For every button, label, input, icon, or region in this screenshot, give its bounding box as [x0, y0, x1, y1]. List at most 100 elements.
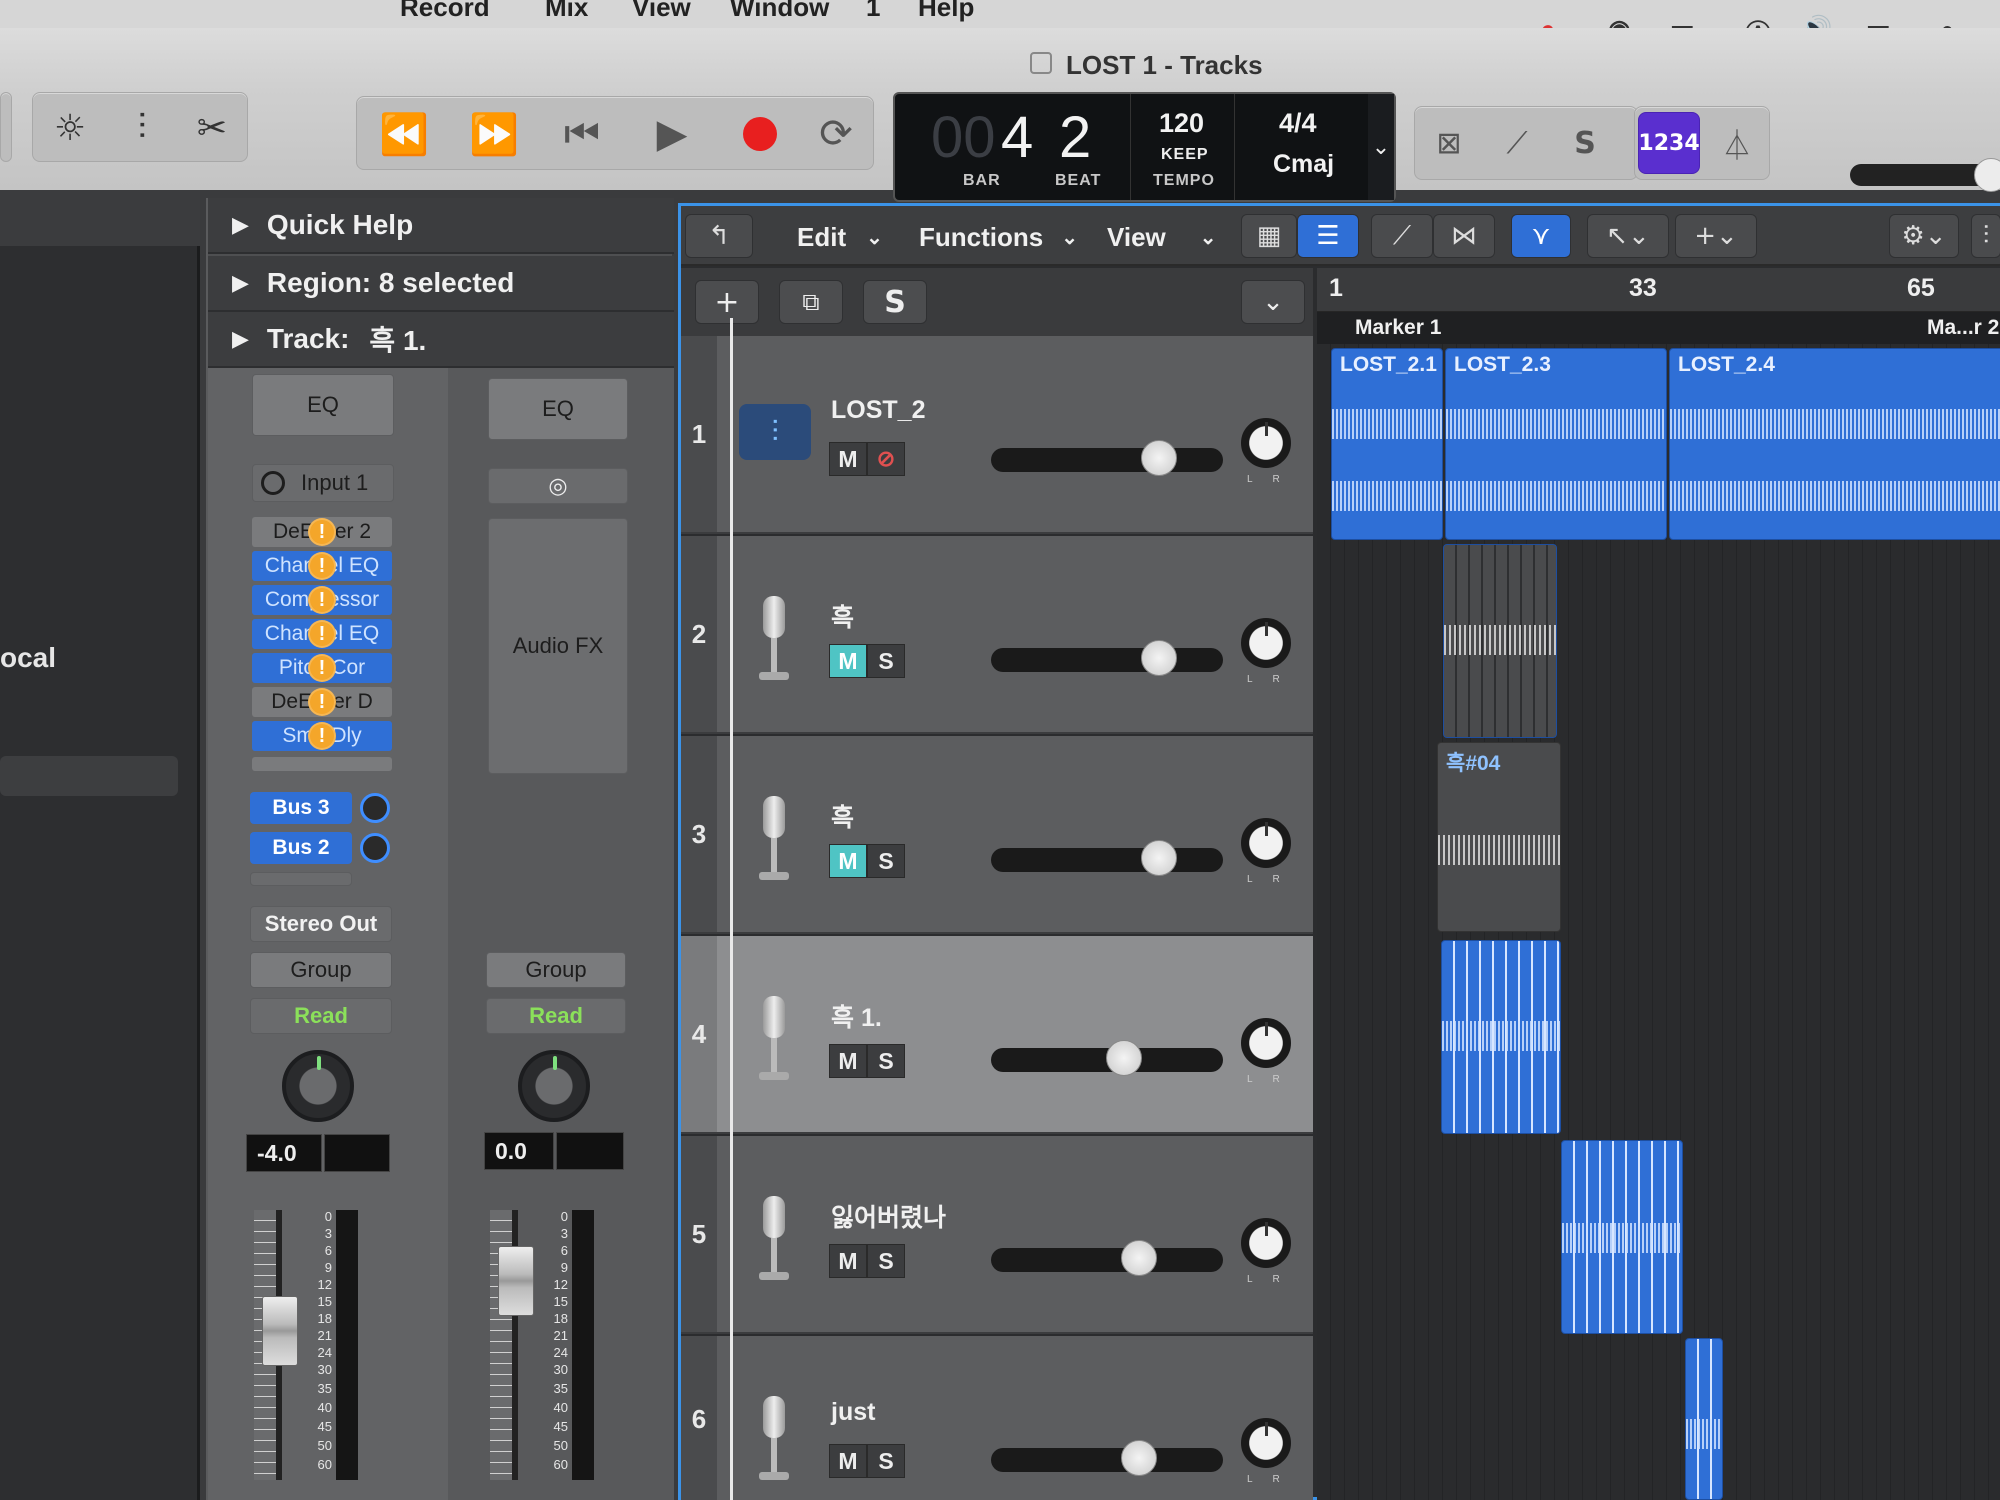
pointer-tool-icon[interactable]: ↖⌄ — [1587, 214, 1669, 258]
volume-slider[interactable] — [991, 1440, 1223, 1476]
lcd-display[interactable]: 00 4 2 BAR BEAT 120 KEEP TEMPO 4/4 Cmaj … — [893, 92, 1396, 202]
track-name[interactable]: just — [831, 1398, 875, 1427]
volume-slider[interactable] — [991, 1040, 1223, 1076]
quick-help-header[interactable]: ▶ Quick Help — [208, 198, 674, 254]
group-slot-2[interactable]: Group — [486, 952, 626, 988]
collapse-icon[interactable]: ⌄ — [1241, 280, 1305, 324]
audio-region[interactable]: LOST_2.4 — [1669, 348, 2000, 540]
track-name[interactable]: 잃어버렸나 — [831, 1198, 946, 1234]
solo-button[interactable]: S — [867, 844, 905, 878]
plugin-slot-2[interactable]: Channel EQ! — [252, 551, 392, 581]
eq-display[interactable]: EQ — [252, 374, 394, 436]
replace-icon[interactable]: ⊠ — [1418, 112, 1480, 174]
solo-button[interactable]: S — [867, 1044, 905, 1078]
menu-record[interactable]: Record — [400, 0, 490, 23]
position-display[interactable]: 00 4 2 BAR BEAT — [895, 94, 1131, 200]
tempo-display[interactable]: 120 KEEP TEMPO — [1131, 94, 1235, 200]
stereo-input-slot[interactable]: ◎ — [488, 468, 628, 504]
disclosure-triangle-icon[interactable]: ▶ — [232, 327, 249, 352]
group-slot[interactable]: Group — [250, 952, 392, 988]
track-header[interactable]: ▶ Track: 흑 1. — [208, 312, 674, 368]
catch-icon[interactable]: ⋎ — [1511, 214, 1571, 258]
pan-knob[interactable] — [1241, 1418, 1291, 1468]
volume-slider[interactable] — [991, 440, 1223, 476]
mute-button[interactable]: M — [829, 1444, 867, 1478]
edit-menu[interactable]: Edit ⌄ — [797, 216, 883, 258]
audio-region[interactable]: LOST_2.1 — [1331, 348, 1443, 540]
automation-mode[interactable]: Read — [250, 998, 392, 1034]
eq-display-2[interactable]: EQ — [488, 378, 628, 440]
mute-button[interactable]: M — [829, 442, 867, 476]
region-header[interactable]: ▶ Region: 8 selected — [208, 256, 674, 312]
marker-lane[interactable]: Marker 1 Ma...r 2 — [1317, 312, 2000, 344]
fast-forward-icon[interactable]: ⏩ — [455, 101, 533, 167]
audio-region[interactable]: LOST_2.3 — [1445, 348, 1667, 540]
pan-knob[interactable] — [1241, 418, 1291, 468]
track-name[interactable]: 흑 — [831, 598, 854, 634]
disclosure-triangle-icon[interactable]: ▶ — [232, 271, 249, 296]
volume-knob[interactable] — [1141, 840, 1177, 876]
plugin-slot-3[interactable]: Compressor! — [252, 585, 392, 615]
play-icon[interactable]: ▶ — [633, 101, 711, 167]
audio-region-stack[interactable] — [1685, 1338, 1723, 1500]
mute-button[interactable]: M — [829, 1044, 867, 1078]
track-name[interactable]: 흑 1. — [831, 998, 882, 1034]
menu-1[interactable]: 1 — [866, 0, 880, 23]
mixer-icon[interactable]: ⫶ — [113, 99, 171, 157]
track-row-4[interactable]: 4 흑 1. MS LR — [681, 936, 1313, 1134]
solo-button[interactable]: S — [867, 1444, 905, 1478]
audio-region[interactable]: 흑#04 — [1437, 742, 1561, 932]
solo-button[interactable]: S — [867, 1244, 905, 1278]
send-bus-3[interactable]: Bus 3 — [250, 792, 352, 824]
mute-button[interactable]: M — [829, 844, 867, 878]
marker-1[interactable]: Marker 1 — [1355, 316, 1441, 340]
send-slot-empty[interactable] — [250, 872, 352, 886]
pan-knob[interactable] — [1241, 818, 1291, 868]
playhead[interactable] — [730, 318, 733, 1500]
solo-mode-button[interactable]: S — [1554, 112, 1616, 174]
plugin-slot-4[interactable]: Channel EQ! — [252, 619, 392, 649]
cycle-icon[interactable]: ⟳ — [797, 101, 875, 167]
volume-slider[interactable] — [991, 640, 1223, 676]
volume-knob[interactable] — [1121, 1240, 1157, 1276]
track-row-6[interactable]: 6 just MS LR — [681, 1336, 1313, 1500]
output-slot[interactable]: Stereo Out — [250, 906, 392, 942]
track-row-1[interactable]: 1 ⫶ LOST_2 M ⊘ LR — [681, 336, 1313, 534]
pan-knob-2[interactable] — [518, 1050, 590, 1122]
menu-window[interactable]: Window — [730, 0, 829, 23]
pan-knob[interactable] — [1241, 1218, 1291, 1268]
disclosure-triangle-icon[interactable]: ▶ — [232, 213, 249, 238]
plugin-slot-5[interactable]: Pitch Cor! — [252, 653, 392, 683]
count-in-button[interactable]: 1234 — [1638, 112, 1700, 174]
lcd-chevron-down-icon[interactable]: ⌄ — [1368, 94, 1394, 200]
menu-mix[interactable]: Mix — [545, 0, 588, 23]
go-to-beginning-icon[interactable]: ⏮ — [543, 101, 621, 167]
pencil-tool-icon[interactable]: +⌄ — [1675, 214, 1757, 258]
flex-icon[interactable]: ⋈ — [1433, 214, 1495, 258]
timeline[interactable]: 1 33 65 Marker 1 Ma...r 2 LOST_2.1 LOST_… — [1317, 268, 2000, 1500]
left-panel-field[interactable] — [0, 756, 178, 796]
audio-region-stack[interactable] — [1561, 1140, 1683, 1334]
metronome-icon[interactable]: ⏃ — [1706, 112, 1768, 174]
audio-region-stack[interactable] — [1441, 940, 1561, 1134]
functions-menu[interactable]: Functions ⌄ — [919, 216, 1078, 258]
library-button[interactable] — [0, 92, 12, 162]
volume-knob[interactable] — [1141, 440, 1177, 476]
signature-display[interactable]: 4/4 Cmaj — [1235, 94, 1371, 200]
pan-knob[interactable] — [1241, 1018, 1291, 1068]
editors-scissors-icon[interactable]: ✂ — [183, 99, 241, 157]
track-row-2[interactable]: 2 흑 MS LR — [681, 536, 1313, 734]
track-row-3[interactable]: 3 흑 MS LR — [681, 736, 1313, 934]
volume-slider[interactable] — [991, 1240, 1223, 1276]
master-volume-slider[interactable] — [1850, 158, 2000, 192]
record-enable-button[interactable]: ⊘ — [867, 442, 905, 476]
list-view-icon[interactable]: ☰ — [1297, 214, 1359, 258]
gear-icon[interactable]: ⚙⌄ — [1889, 214, 1959, 258]
master-volume-knob[interactable] — [1974, 158, 2000, 192]
pan-knob[interactable] — [282, 1050, 354, 1122]
add-track-button[interactable]: + — [695, 280, 759, 324]
audio-fx-slot[interactable]: Audio FX — [488, 518, 628, 774]
duplicate-track-button[interactable]: ⧉ — [779, 280, 843, 324]
track-row-5[interactable]: 5 잃어버렸나 MS LR — [681, 1136, 1313, 1334]
rewind-icon[interactable]: ⏪ — [365, 101, 443, 167]
